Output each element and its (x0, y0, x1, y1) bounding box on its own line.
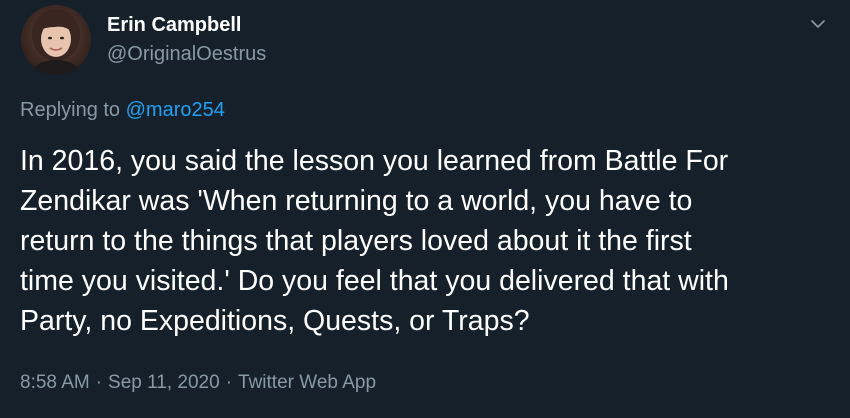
tweet-source-link[interactable]: Twitter Web App (238, 372, 376, 393)
replying-to-label: Replying to (20, 99, 126, 121)
tweet-metadata: 8:58 AM · Sep 11, 2020 · Twitter Web App (20, 371, 376, 395)
tweet-text-line: return to the things that players loved … (20, 225, 692, 257)
author-display-name[interactable]: Erin Campbell (107, 13, 241, 37)
reply-mention-link[interactable]: @maro254 (126, 99, 225, 121)
tweet-text-line: time you visited.' Do you feel that you … (20, 265, 729, 297)
tweet-time-link[interactable]: 8:58 AM (20, 372, 90, 393)
replying-to: Replying to @maro254 (20, 98, 225, 122)
tweet-text-line: Zendikar was 'When returning to a world,… (20, 185, 693, 217)
avatar-image (21, 5, 91, 75)
tweet-text-line: In 2016, you said the lesson you learned… (20, 145, 729, 177)
author-handle[interactable]: @OriginalOestrus (107, 42, 266, 66)
avatar[interactable] (21, 5, 91, 75)
chevron-down-icon (811, 20, 825, 28)
meta-separator: · (225, 372, 233, 393)
meta-separator: · (95, 372, 103, 393)
tweet-text: In 2016, you said the lesson you learned… (20, 141, 830, 341)
tweet-menu-button[interactable] (806, 12, 830, 36)
tweet-text-line: Party, no Expeditions, Quests, or Traps? (20, 305, 530, 337)
tweet-card: Erin Campbell @OriginalOestrus Replying … (0, 0, 850, 418)
tweet-date-link[interactable]: Sep 11, 2020 (108, 372, 220, 393)
